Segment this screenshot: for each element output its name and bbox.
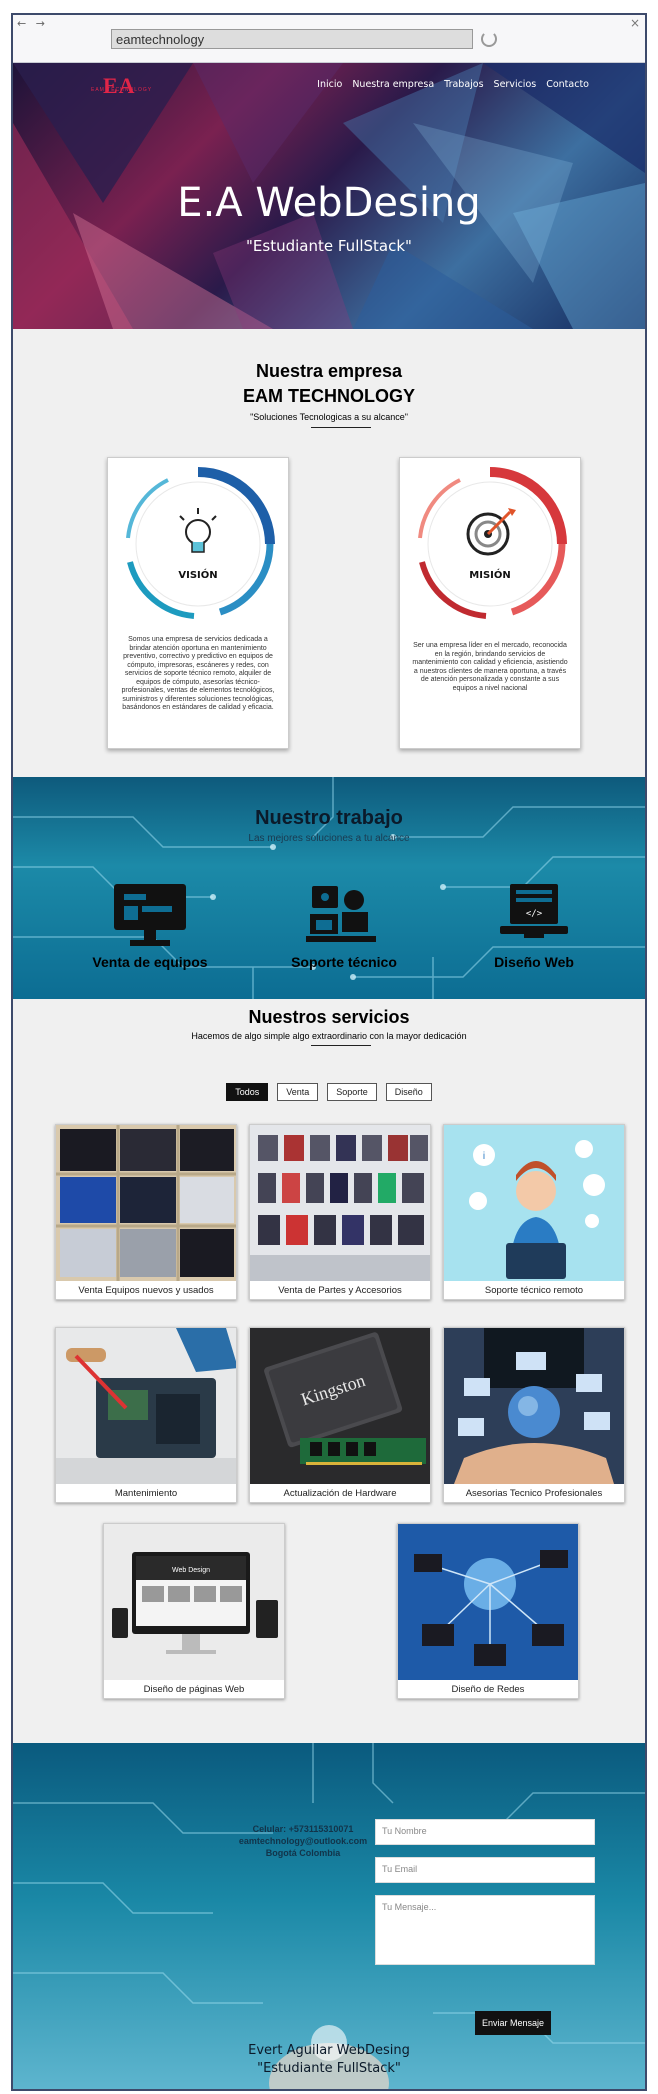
- vision-card: VISIÓN Somos una empresa de servicios de…: [107, 457, 289, 749]
- divider: [311, 1045, 371, 1046]
- close-icon[interactable]: ×: [630, 16, 640, 30]
- contact-info: Celular: +573115310071 eamtechnology@out…: [223, 1823, 383, 1859]
- support-agent-image: i: [444, 1125, 624, 1281]
- filter-soporte[interactable]: Soporte: [327, 1083, 377, 1101]
- work-item-soporte[interactable]: Soporte técnico: [269, 882, 419, 982]
- mision-card: MISIÓN Ser una empresa líder en el merca…: [399, 457, 581, 749]
- contact-city: Bogotá Colombia: [265, 1848, 341, 1858]
- service-card-partes[interactable]: Venta de Partes y Accesorios: [249, 1124, 431, 1300]
- filter-todos[interactable]: Todos: [226, 1083, 269, 1101]
- servicios-section: Nuestros servicios Hacemos de algo simpl…: [13, 999, 645, 1743]
- mision-label: MISIÓN: [469, 570, 511, 581]
- footer-subtitle: "Estudiante FullStack": [257, 2061, 401, 2076]
- service-card-hardware[interactable]: Kingston Actualización de Hardware: [249, 1327, 431, 1503]
- accessories-wall-image: [250, 1125, 430, 1281]
- mision-image: MISIÓN: [400, 458, 580, 630]
- filter-venta[interactable]: Venta: [277, 1083, 319, 1101]
- filter-diseno[interactable]: Diseño: [385, 1083, 432, 1101]
- filter-bar: Todos Venta Soporte Diseño: [13, 1083, 645, 1101]
- trabajo-subtitle: Las mejores soluciones a tu alcance: [248, 833, 410, 844]
- logo[interactable]: EA EAM TECHNOLOGY: [91, 75, 151, 103]
- send-message-button[interactable]: Enviar Mensaje: [475, 2011, 551, 2035]
- mision-text: Ser una empresa líder en el mercado, rec…: [412, 642, 568, 692]
- footer-name: Evert Aguilar WebDesing: [248, 2043, 410, 2058]
- vision-text: Somos una empresa de servicios dedicada …: [121, 636, 275, 711]
- browser-toolbar: ← → × eamtechnology: [13, 15, 645, 63]
- contact-phone: Celular: +573115310071: [252, 1824, 354, 1834]
- nav-nuestra-empresa[interactable]: Nuestra empresa: [352, 79, 434, 90]
- contacto-section: Celular: +573115310071 eamtechnology@out…: [13, 1743, 645, 2089]
- svg-text:Web Design: Web Design: [172, 1567, 210, 1574]
- hero-subtitle: "Estudiante FullStack": [246, 237, 412, 255]
- divider: [311, 427, 371, 428]
- ssd-image: Kingston: [250, 1328, 430, 1484]
- contact-email[interactable]: eamtechnology@outlook.com: [223, 1835, 383, 1847]
- network-image: [398, 1524, 578, 1680]
- svg-text:</>: </>: [526, 909, 543, 919]
- service-card-diseno-redes[interactable]: Diseño de Redes: [397, 1523, 579, 1699]
- service-card-mantenimiento[interactable]: Mantenimiento: [55, 1327, 237, 1503]
- trabajo-title: Nuestro trabajo: [255, 807, 403, 829]
- empresa-subtitle: EAM TECHNOLOGY: [242, 386, 415, 406]
- empresa-title: Nuestra empresa: [255, 361, 403, 381]
- service-card-asesorias[interactable]: Asesorias Tecnico Profesionales: [443, 1327, 625, 1503]
- empresa-section: Nuestra empresa EAM TECHNOLOGY "Solucion…: [13, 329, 645, 777]
- vision-label: VISIÓN: [178, 570, 218, 581]
- consulting-image: [444, 1328, 624, 1484]
- service-card-soporte-remoto[interactable]: i Soporte técnico remoto: [443, 1124, 625, 1300]
- main-nav: Inicio Nuestra empresa Trabajos Servicio…: [317, 79, 589, 90]
- browser-window: ← → × eamtechnology EA EAM TECHNOLOGY In…: [11, 13, 647, 2091]
- vision-image: VISIÓN: [108, 458, 288, 630]
- back-forward-icon[interactable]: ← →: [17, 17, 48, 30]
- nav-servicios[interactable]: Servicios: [494, 79, 537, 90]
- address-bar[interactable]: eamtechnology: [111, 29, 473, 49]
- laptops-shelf-image: [56, 1125, 236, 1281]
- work-item-diseno[interactable]: </> Diseño Web: [459, 882, 609, 982]
- support-icon: [306, 886, 376, 942]
- trabajo-section: Nuestro trabajo Las mejores soluciones a…: [13, 777, 645, 999]
- nav-contacto[interactable]: Contacto: [546, 79, 589, 90]
- reload-icon[interactable]: [481, 31, 497, 47]
- servicios-title: Nuestros servicios: [248, 1007, 410, 1027]
- servicios-subtitle: Hacemos de algo simple algo extraordinar…: [191, 1031, 467, 1041]
- repair-image: [56, 1328, 236, 1484]
- email-input[interactable]: Tu Email: [375, 1857, 595, 1883]
- name-input[interactable]: Tu Nombre: [375, 1819, 595, 1845]
- service-card-venta-equipos[interactable]: Venta Equipos nuevos y usados: [55, 1124, 237, 1300]
- web-design-image: Web Design: [104, 1524, 284, 1680]
- work-item-venta[interactable]: Venta de equipos: [75, 882, 225, 982]
- service-card-diseno-web[interactable]: Web Design Diseño de páginas Web: [103, 1523, 285, 1699]
- nav-trabajos[interactable]: Trabajos: [444, 79, 483, 90]
- monitor-icon: [114, 884, 186, 946]
- hero-section: EA EAM TECHNOLOGY Inicio Nuestra empresa…: [13, 63, 645, 329]
- empresa-tagline: "Soluciones Tecnologicas a su alcance": [250, 412, 408, 422]
- code-laptop-icon: </>: [500, 884, 568, 938]
- hero-title: E.A WebDesing: [177, 180, 481, 226]
- nav-inicio[interactable]: Inicio: [317, 79, 342, 90]
- message-textarea[interactable]: Tu Mensaje...: [375, 1895, 595, 1965]
- svg-text:i: i: [483, 1151, 485, 1162]
